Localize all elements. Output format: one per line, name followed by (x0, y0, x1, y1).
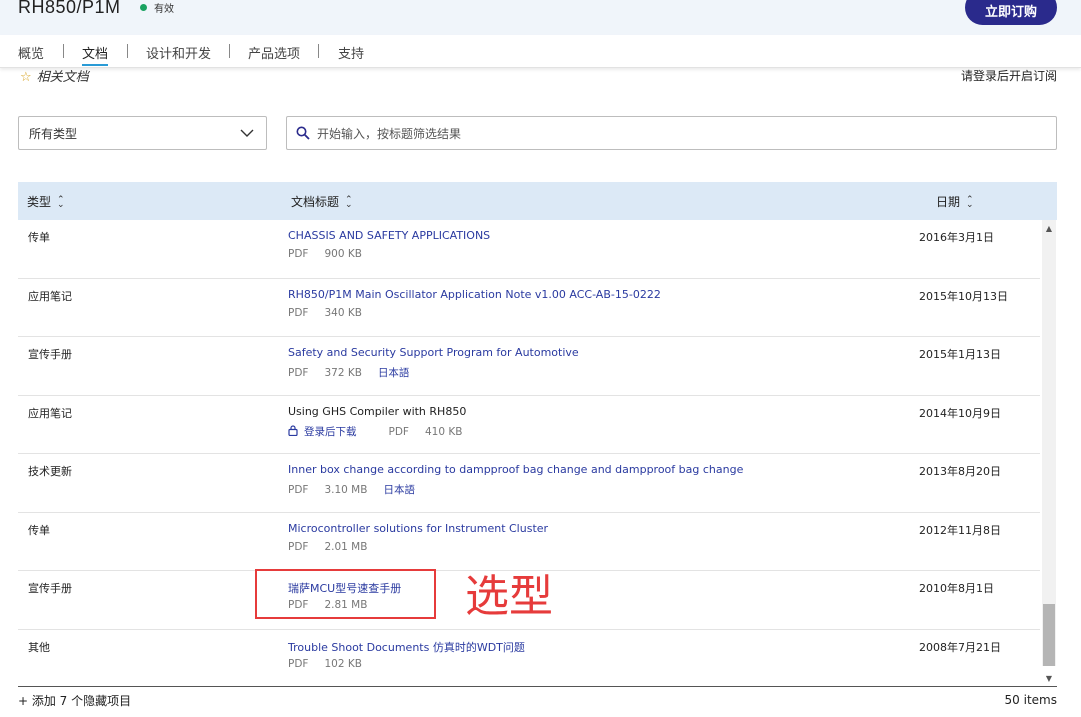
doc-title-link[interactable]: Microcontroller solutions for Instrument… (288, 522, 548, 535)
doc-size: 3.10 MB (324, 484, 368, 496)
tab-documents[interactable]: 文档 (82, 43, 108, 62)
doc-size: 102 KB (324, 657, 362, 670)
table-bottom-border (18, 686, 1057, 687)
scroll-down-arrow-icon[interactable]: ▼ (1044, 674, 1054, 683)
doc-meta: PDF 102 KB (288, 658, 378, 670)
language-link[interactable]: 日本語 (378, 367, 410, 379)
login-to-download-link[interactable]: 登录后下载 (288, 424, 373, 438)
doc-title-link[interactable]: RH850/P1M Main Oscillator Application No… (288, 288, 661, 301)
doc-type: 宣传手册 (28, 348, 72, 361)
tab-divider (318, 44, 319, 58)
doc-date: 2016年3月1日 (919, 231, 994, 244)
column-header-type: 类型 (27, 195, 52, 209)
table-row: 技术更新 Inner box change according to dampp… (18, 454, 1040, 513)
buy-now-button[interactable]: 立即订购 (965, 0, 1057, 25)
document-type-value: 所有类型 (29, 127, 78, 141)
doc-format: PDF (288, 367, 309, 379)
column-header-date: 日期 (936, 195, 961, 209)
doc-meta: 登录后下载 PDF 410 KB (288, 424, 478, 439)
table-row: 其他 Trouble Shoot Documents 仿真时的WDT问题 PDF… (18, 630, 1040, 687)
scroll-up-arrow-icon[interactable]: ▲ (1044, 224, 1054, 233)
sort-icon: ⌃ ⌄ (57, 194, 65, 210)
table-scrollbar[interactable] (1042, 220, 1056, 666)
doc-date: 2015年10月13日 (919, 289, 1008, 303)
doc-title-link[interactable]: Trouble Shoot Documents 仿真时的WDT问题 (288, 639, 525, 655)
annotation-label: 选型 (465, 571, 553, 622)
doc-size: 900 KB (324, 248, 362, 260)
doc-meta: PDF 340 KB (288, 307, 378, 319)
title-filter-input[interactable]: 开始输入，按标题筛选结果 (286, 116, 1057, 150)
doc-title-link[interactable]: Inner box change according to dampproof … (288, 463, 743, 476)
sort-by-title[interactable]: 文档标题 ⌃ ⌄ (291, 193, 353, 210)
doc-size: 340 KB (324, 306, 362, 319)
scrollbar-thumb[interactable] (1043, 604, 1055, 666)
doc-title-link[interactable]: CHASSIS AND SAFETY APPLICATIONS (288, 229, 490, 242)
table-row: 应用笔记 Using GHS Compiler with RH850 登录后下载… (18, 396, 1040, 454)
sort-icon: ⌃ ⌄ (345, 194, 353, 210)
login-subscribe-link[interactable]: 请登录后开启订阅 (961, 67, 1057, 84)
sort-icon: ⌃ ⌄ (966, 194, 974, 210)
chevron-down-icon (240, 129, 254, 137)
tab-overview[interactable]: 概览 (18, 43, 44, 62)
tab-product-options[interactable]: 产品选项 (248, 43, 300, 62)
sort-by-type[interactable]: 类型 ⌃ ⌄ (27, 193, 65, 210)
doc-date: 2015年1月13日 (919, 348, 1001, 361)
doc-meta: PDF 372 KB 日本語 (288, 365, 425, 380)
doc-meta: PDF 2.01 MB (288, 541, 383, 553)
language-link[interactable]: 日本語 (383, 484, 415, 496)
doc-type: 宣传手册 (28, 582, 72, 595)
doc-format: PDF (288, 248, 309, 260)
product-header: RH850/P1M 有效 立即订购 (0, 0, 1081, 35)
doc-type: 技术更新 (28, 465, 72, 478)
search-placeholder: 开始输入，按标题筛选结果 (317, 127, 462, 141)
doc-type: 应用笔记 (28, 406, 72, 420)
doc-meta: PDF 3.10 MB 日本語 (288, 482, 431, 497)
tab-support[interactable]: 支持 (338, 43, 364, 62)
lock-icon (288, 424, 298, 436)
table-row: 宣传手册 Safety and Security Support Program… (18, 337, 1040, 396)
doc-size: 372 KB (324, 367, 362, 379)
doc-size: 2.01 MB (324, 540, 368, 553)
doc-format: PDF (288, 306, 309, 319)
doc-format: PDF (288, 540, 309, 553)
doc-type: 应用笔记 (28, 289, 72, 303)
column-header-title: 文档标题 (291, 195, 340, 209)
doc-format: PDF (388, 425, 409, 438)
status-dot (140, 4, 147, 11)
doc-title: Using GHS Compiler with RH850 (288, 404, 467, 418)
product-title: RH850/P1M (18, 0, 121, 17)
doc-type: 传单 (28, 523, 50, 537)
doc-date: 2013年8月20日 (919, 465, 1001, 478)
annotation-highlight-box (255, 569, 436, 619)
search-icon (296, 126, 310, 140)
table-header: 类型 ⌃ ⌄ 文档标题 ⌃ ⌄ 日期 ⌃ ⌄ (18, 182, 1057, 220)
doc-date: 2012年11月8日 (919, 523, 1001, 537)
star-icon: ☆ (20, 70, 32, 85)
doc-format: PDF (288, 484, 309, 496)
doc-date: 2010年8月1日 (919, 582, 994, 595)
tab-divider (63, 44, 64, 58)
table-row: 应用笔记 RH850/P1M Main Oscillator Applicati… (18, 279, 1040, 337)
doc-meta: PDF 900 KB (288, 248, 378, 260)
doc-size: 410 KB (424, 425, 463, 438)
login-download-label: 登录后下载 (304, 425, 357, 438)
doc-title-link[interactable]: Safety and Security Support Program for … (288, 346, 579, 359)
status-badge: 有效 (154, 4, 174, 15)
table-row: 传单 CHASSIS AND SAFETY APPLICATIONS PDF 90… (18, 220, 1040, 279)
tab-design-development[interactable]: 设计和开发 (146, 43, 211, 62)
sort-by-date[interactable]: 日期 ⌃ ⌄ (936, 193, 974, 210)
tab-divider (229, 44, 230, 58)
doc-date: 2008年7月21日 (919, 640, 1001, 654)
doc-date: 2014年10月9日 (919, 406, 1001, 420)
tab-divider (127, 44, 128, 58)
tab-bar: 概览 文档 设计和开发 产品选项 支持 (0, 35, 1081, 68)
doc-type: 传单 (28, 231, 50, 244)
document-type-select[interactable]: 所有类型 (18, 116, 267, 150)
related-documents-link[interactable]: ☆ 相关文档 (20, 66, 89, 85)
item-count: 50 items (1004, 693, 1057, 707)
related-documents-label: 相关文档 (36, 70, 89, 85)
doc-format: PDF (288, 657, 309, 670)
add-hidden-items-link[interactable]: + 添加 7 个隐藏项目 (18, 692, 131, 709)
doc-type: 其他 (28, 640, 50, 654)
